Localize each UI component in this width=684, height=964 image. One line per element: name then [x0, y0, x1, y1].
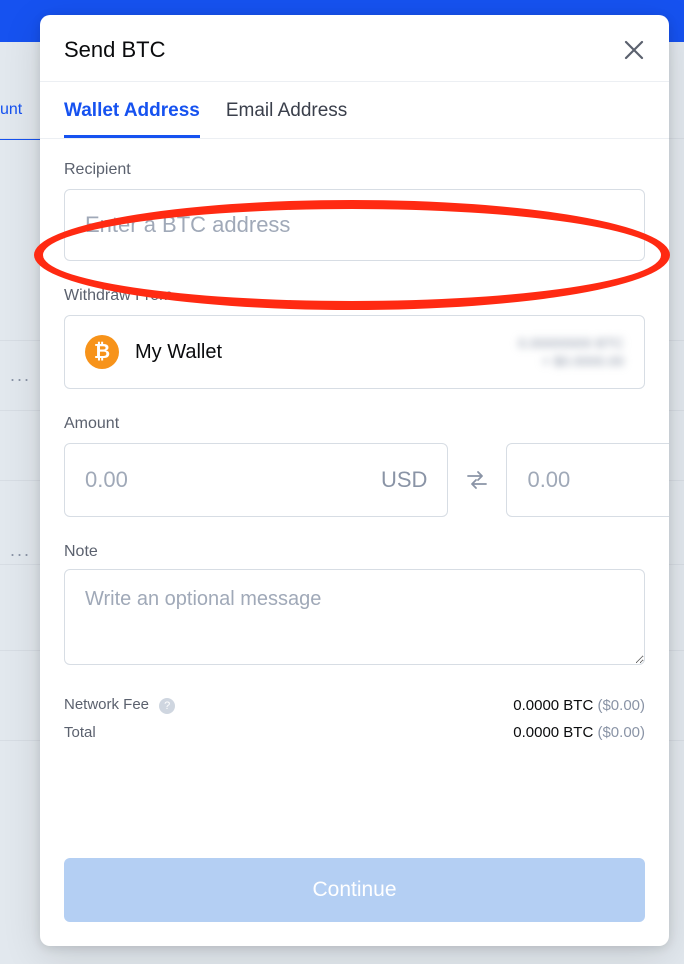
network-fee-value: 0.0000 BTC ($0.00): [513, 697, 645, 714]
amount-usd-unit: USD: [381, 467, 427, 493]
bg-row-menu: ...: [10, 365, 31, 386]
tab-email-address[interactable]: Email Address: [226, 82, 347, 138]
swap-currency-button[interactable]: [464, 467, 490, 493]
swap-icon: [464, 467, 490, 493]
summary-section: Network Fee ? 0.0000 BTC ($0.00) Total 0…: [64, 696, 645, 741]
amount-row: USD BTC: [64, 443, 645, 517]
address-type-tabs: Wallet Address Email Address: [40, 81, 669, 139]
note-group: Note: [64, 543, 645, 670]
wallet-left: ₿ My Wallet: [85, 335, 222, 369]
total-value: 0.0000 BTC ($0.00): [513, 724, 645, 741]
wallet-balance-crypto: 0.00000000 BTC: [518, 334, 624, 352]
note-label: Note: [64, 543, 645, 561]
total-row: Total 0.0000 BTC ($0.00): [64, 724, 645, 741]
note-input[interactable]: [64, 569, 645, 665]
total-label: Total: [64, 724, 96, 741]
bitcoin-icon: ₿: [85, 335, 119, 369]
modal-title: Send BTC: [64, 37, 166, 63]
continue-button[interactable]: Continue: [64, 858, 645, 922]
wallet-balance-fiat: = $0.0000.00: [518, 352, 624, 370]
amount-usd-input[interactable]: [85, 467, 373, 493]
amount-usd-box: USD: [64, 443, 448, 517]
close-button[interactable]: [623, 39, 645, 61]
withdraw-from-label: Withdraw From: [64, 287, 645, 305]
recipient-input[interactable]: [64, 189, 645, 261]
bg-partial-tab: unt: [0, 95, 22, 125]
wallet-name: My Wallet: [135, 341, 222, 364]
amount-label: Amount: [64, 415, 645, 433]
close-icon: [623, 39, 645, 61]
network-fee-label: Network Fee ?: [64, 696, 175, 714]
bg-row-menu: ...: [10, 540, 31, 561]
modal-body: Recipient Withdraw From ₿ My Wallet 0.00…: [40, 139, 669, 842]
modal-footer: Continue: [40, 842, 669, 946]
modal-header: Send BTC: [40, 15, 669, 81]
tab-wallet-address[interactable]: Wallet Address: [64, 82, 200, 138]
help-icon[interactable]: ?: [159, 698, 175, 714]
withdraw-from-group: Withdraw From ₿ My Wallet 0.00000000 BTC…: [64, 287, 645, 389]
amount-btc-input[interactable]: [527, 467, 669, 493]
withdraw-from-selector[interactable]: ₿ My Wallet 0.00000000 BTC = $0.0000.00: [64, 315, 645, 389]
recipient-group: Recipient: [64, 161, 645, 261]
amount-btc-box: BTC: [506, 443, 669, 517]
wallet-balance: 0.00000000 BTC = $0.0000.00: [518, 334, 624, 370]
network-fee-row: Network Fee ? 0.0000 BTC ($0.00): [64, 696, 645, 714]
recipient-label: Recipient: [64, 161, 645, 179]
send-btc-modal: Send BTC Wallet Address Email Address Re…: [40, 15, 669, 946]
amount-group: Amount USD BTC: [64, 415, 645, 517]
